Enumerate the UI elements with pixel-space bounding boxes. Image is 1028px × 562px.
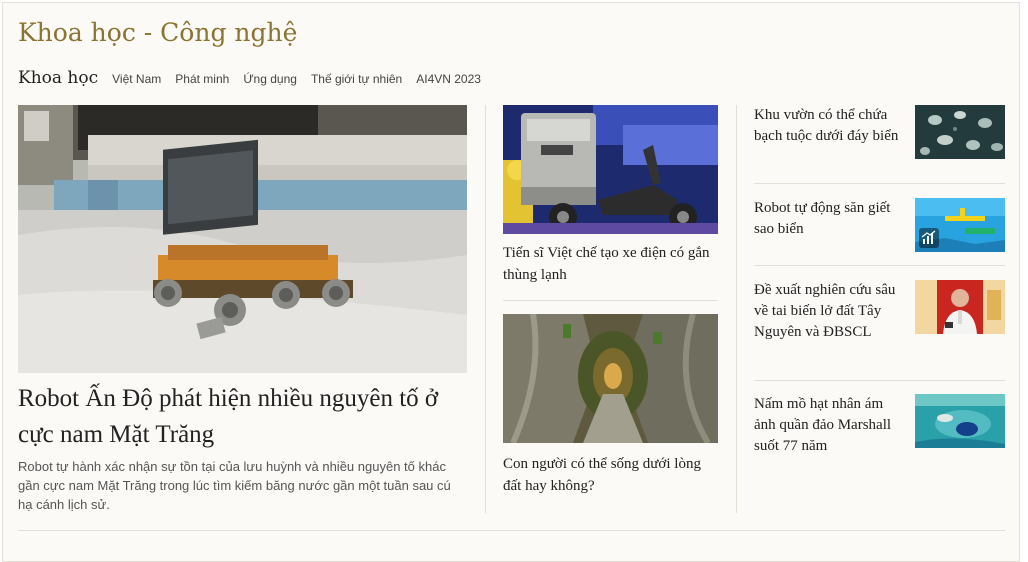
middle-article-1-image[interactable]: [503, 105, 718, 234]
right-article-1-title[interactable]: Khu vườn có thể chứa bạch tuộc dưới đáy …: [754, 105, 904, 147]
nav-item-ung-dung[interactable]: Ứng dụng: [243, 72, 297, 86]
middle-article-2-image[interactable]: [503, 314, 718, 443]
right-article-2-image[interactable]: [915, 198, 1005, 252]
nav-main-link[interactable]: Khoa học: [18, 68, 98, 88]
divider: [754, 265, 1005, 266]
right-article-2-title[interactable]: Robot tự động săn giết sao biển: [754, 198, 904, 240]
right-article-4-image[interactable]: [915, 394, 1005, 448]
section-bottom-divider: [18, 530, 1005, 531]
divider: [503, 300, 718, 301]
right-article-3-title[interactable]: Đề xuất nghiên cứu sâu về tai biến lở đấ…: [754, 280, 904, 343]
featured-image[interactable]: [18, 105, 467, 373]
middle-article-1-title[interactable]: Tiến sĩ Việt chế tạo xe điện có gắn thùn…: [503, 242, 718, 286]
featured-summary: Robot tự hành xác nhận sự tồn tại của lư…: [18, 459, 451, 512]
divider: [754, 183, 1005, 184]
middle-article-2-title[interactable]: Con người có thể sống dưới lòng đất hay …: [503, 453, 718, 497]
column-divider: [736, 105, 737, 513]
category-nav: Khoa học Việt Nam Phát minh Ứng dụng Thế…: [18, 68, 495, 88]
chart-icon: [919, 228, 939, 248]
divider: [754, 380, 1005, 381]
nav-item-viet-nam[interactable]: Việt Nam: [112, 72, 161, 86]
featured-headline[interactable]: Robot Ấn Độ phát hiện nhiều nguyên tố ở …: [18, 381, 468, 453]
nav-item-ai4vn-2023[interactable]: AI4VN 2023: [416, 72, 481, 86]
right-article-3-image[interactable]: [915, 280, 1005, 334]
nav-item-phat-minh[interactable]: Phát minh: [175, 72, 229, 86]
right-article-1-image[interactable]: [915, 105, 1005, 159]
nav-item-the-gioi-tu-nhien[interactable]: Thế giới tự nhiên: [311, 72, 402, 86]
column-divider: [485, 105, 486, 513]
right-article-4-title[interactable]: Nấm mồ hạt nhân ám ảnh quần đảo Marshall…: [754, 394, 904, 457]
section-title[interactable]: Khoa học - Công nghệ: [18, 18, 297, 47]
